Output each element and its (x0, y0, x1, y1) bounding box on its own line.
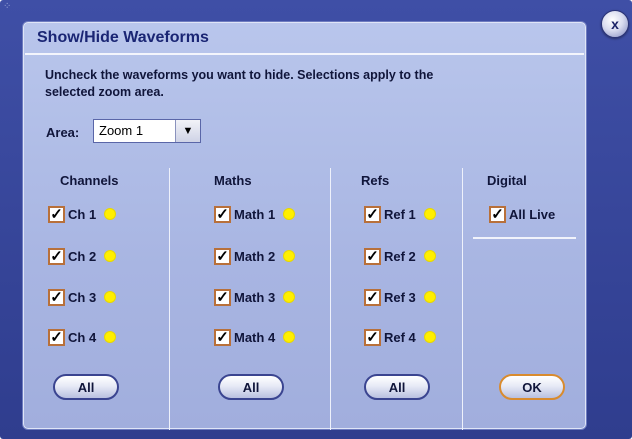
checkbox-label: Math 2 (234, 248, 276, 264)
checkbox-all-live[interactable]: ✓ (489, 205, 506, 223)
refs-header: Refs (361, 173, 390, 188)
digital-header: Digital (487, 173, 527, 188)
digital-divider (473, 237, 576, 239)
ok-button[interactable]: OK (499, 374, 565, 400)
waveform-indicator-dot (284, 209, 295, 219)
math-2-toggle[interactable]: ✓ Math 2 (214, 246, 295, 266)
ref-4-toggle[interactable]: ✓ Ref 4 (364, 327, 435, 347)
channel-ch4-toggle[interactable]: ✓ Ch 4 (48, 327, 116, 347)
checkbox-label: Ref 2 (384, 248, 416, 264)
maths-header: Maths (214, 173, 252, 188)
math-4-toggle[interactable]: ✓ Math 4 (214, 327, 295, 347)
column-divider (330, 168, 331, 430)
ref-2-toggle[interactable]: ✓ Ref 2 (364, 246, 435, 266)
column-divider (462, 168, 463, 430)
waveform-indicator-dot (105, 292, 116, 302)
checkbox-math2[interactable]: ✓ (214, 247, 231, 265)
channel-ch1-toggle[interactable]: ✓ Ch 1 (48, 204, 116, 224)
instructions-text: Uncheck the waveforms you want to hide. … (45, 68, 434, 99)
checkbox-ref3[interactable]: ✓ (364, 288, 381, 306)
title-divider (25, 53, 584, 55)
waveform-indicator-dot (284, 332, 295, 342)
refs-all-button[interactable]: All (364, 374, 430, 400)
checkbox-math4[interactable]: ✓ (214, 328, 231, 346)
checkbox-math3[interactable]: ✓ (214, 288, 231, 306)
checkbox-ref2[interactable]: ✓ (364, 247, 381, 265)
checkbox-label: Ref 3 (384, 289, 416, 305)
math-1-toggle[interactable]: ✓ Math 1 (214, 204, 295, 224)
show-hide-waveforms-panel: Show/Hide Waveforms Uncheck the waveform… (22, 21, 587, 430)
math-3-toggle[interactable]: ✓ Math 3 (214, 287, 295, 307)
channels-header: Channels (60, 173, 119, 188)
ref-1-toggle[interactable]: ✓ Ref 1 (364, 204, 435, 224)
column-divider (169, 168, 170, 430)
dialog-frame: ⁘ Show/Hide Waveforms Uncheck the wavefo… (0, 0, 632, 439)
channel-ch2-toggle[interactable]: ✓ Ch 2 (48, 246, 116, 266)
checkbox-ref4[interactable]: ✓ (364, 328, 381, 346)
checkbox-label: Math 4 (234, 329, 276, 345)
checkbox-ch3[interactable]: ✓ (48, 288, 65, 306)
checkbox-label: All Live (509, 206, 556, 222)
area-label: Area: (46, 125, 80, 140)
dialog-title: Show/Hide Waveforms (37, 29, 209, 46)
checkbox-ch4[interactable]: ✓ (48, 328, 65, 346)
waveform-indicator-dot (105, 332, 116, 342)
dropdown-arrow-icon[interactable]: ▼ (175, 120, 200, 142)
digital-all-live-toggle[interactable]: ✓ All Live (489, 204, 555, 224)
checkbox-label: Ref 1 (384, 206, 416, 222)
ref-3-toggle[interactable]: ✓ Ref 3 (364, 287, 435, 307)
waveform-indicator-dot (284, 292, 295, 302)
checkbox-ref1[interactable]: ✓ (364, 205, 381, 223)
channel-ch3-toggle[interactable]: ✓ Ch 3 (48, 287, 116, 307)
resize-grip-icon[interactable]: ⁘ (3, 2, 11, 12)
area-dropdown[interactable]: Zoom 1 ▼ (93, 119, 201, 143)
waveform-indicator-dot (424, 251, 435, 261)
checkbox-label: Math 3 (234, 289, 276, 305)
maths-all-button[interactable]: All (218, 374, 284, 400)
close-icon[interactable]: x (601, 10, 629, 38)
waveform-indicator-dot (424, 209, 435, 219)
checkbox-label: Ch 3 (68, 289, 97, 305)
channels-all-button[interactable]: All (53, 374, 119, 400)
checkbox-label: Ch 1 (68, 206, 97, 222)
waveform-indicator-dot (105, 251, 116, 261)
checkbox-label: Ch 2 (68, 248, 97, 264)
waveform-indicator-dot (105, 209, 116, 219)
checkbox-ch2[interactable]: ✓ (48, 247, 65, 265)
waveform-indicator-dot (424, 292, 435, 302)
area-selected-value: Zoom 1 (99, 123, 144, 138)
checkbox-label: Ch 4 (68, 329, 97, 345)
waveform-indicator-dot (284, 251, 295, 261)
checkbox-label: Ref 4 (384, 329, 416, 345)
checkbox-ch1[interactable]: ✓ (48, 205, 65, 223)
checkbox-label: Math 1 (234, 206, 276, 222)
waveform-indicator-dot (424, 332, 435, 342)
checkbox-math1[interactable]: ✓ (214, 205, 231, 223)
